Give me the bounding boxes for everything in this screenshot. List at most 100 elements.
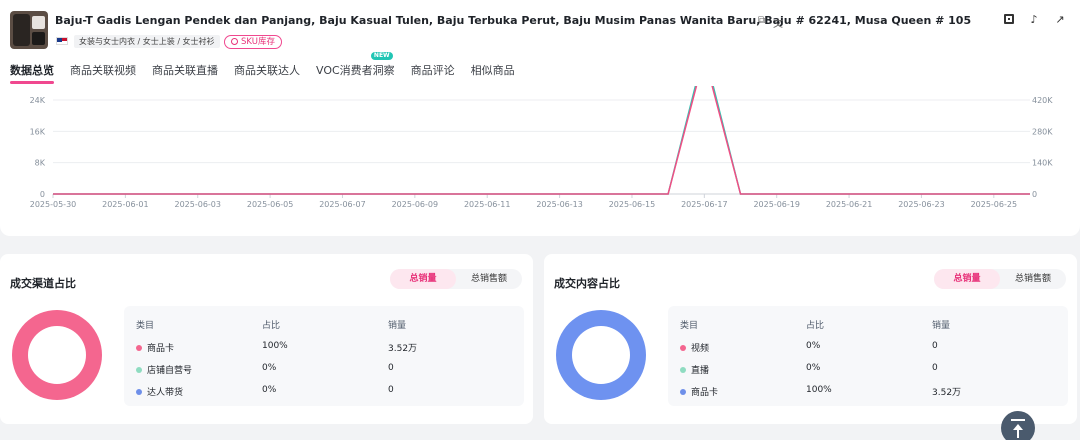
tab-voc-insight[interactable]: VOC消费者洞察 NEW [316, 52, 395, 84]
table-row: 店铺自营号 0% 0 [124, 363, 524, 377]
x-tick-label: 2025-06-25 [971, 200, 1018, 209]
trend-chart-card: 0 8K 16K 24K 0 140K 280K 420K 2025-05-30 2025-06-… [8, 86, 1070, 228]
table-row: 达人带货 0% 0 [124, 385, 524, 399]
row-name: 店铺自营号 [147, 366, 193, 376]
row-name: 视频 [691, 344, 710, 354]
row-sales: 0 [388, 363, 394, 373]
x-tick-label: 2025-06-07 [319, 200, 366, 209]
legend-dot [680, 367, 686, 373]
tab-bar: 数据总览 商品关联视频 商品关联直播 商品关联达人 VOC消费者洞察 NEW 商品… [10, 52, 531, 84]
tab-related-creators[interactable]: 商品关联达人 [234, 62, 300, 84]
x-tick-label: 2025-06-09 [392, 200, 439, 209]
y-left-tick-label: 8K [35, 159, 46, 168]
trend-line-chart: 0 8K 16K 24K 0 140K 280K 420K 2025-05-30 2025-06-… [30, 86, 1053, 209]
legend-dot [680, 345, 686, 351]
x-tick-label: 2025-06-05 [247, 200, 294, 209]
x-tick-label: 2025-06-19 [753, 200, 800, 209]
x-tick-label: 2025-06-11 [464, 200, 511, 209]
column-header: 类目 [136, 321, 155, 331]
row-ratio: 100% [262, 341, 288, 351]
copy-icon[interactable]: ⧉ [758, 15, 765, 26]
x-tick-label: 2025-06-23 [898, 200, 945, 209]
y-right-tick-label: 280K [1032, 127, 1053, 136]
qrcode-icon[interactable] [1004, 14, 1014, 24]
row-ratio: 0% [262, 363, 277, 373]
panel-title: 成交内容占比 [554, 277, 620, 290]
x-tick-label: 2025-06-03 [174, 200, 221, 209]
donut-chart [556, 310, 646, 400]
table-row: 商品卡 100% 3.52万 [668, 385, 1068, 399]
column-header: 占比 [262, 321, 281, 331]
row-sales: 0 [388, 385, 394, 395]
toggle-total-revenue[interactable]: 总销售额 [456, 269, 522, 289]
series-line-left [53, 86, 1030, 195]
panel-title: 成交渠道占比 [10, 277, 76, 290]
x-tick-label: 2025-06-21 [826, 200, 873, 209]
row-ratio: 100% [806, 385, 832, 395]
product-title: Baju-T Gadis Lengan Pendek dan Panjang, … [55, 14, 972, 27]
row-name: 商品卡 [691, 388, 719, 398]
tab-reviews[interactable]: 商品评论 [411, 62, 455, 84]
row-ratio: 0% [806, 341, 821, 351]
metric-toggle: 总销量 总销售额 [934, 269, 1066, 289]
series-line-right [53, 86, 1030, 195]
malaysia-flag-icon [56, 37, 68, 45]
table-row: 直播 0% 0 [668, 363, 1068, 377]
column-header: 销量 [388, 321, 407, 331]
sku-stock-button[interactable]: SKU库存 [224, 35, 282, 49]
new-badge: NEW [370, 52, 393, 60]
toggle-total-revenue[interactable]: 总销售额 [1000, 269, 1066, 289]
x-tick-label: 2025-06-17 [681, 200, 728, 209]
y-left-tick-label: 16K [30, 127, 46, 136]
sku-label: SKU库存 [241, 37, 275, 47]
row-sales: 0 [932, 363, 938, 373]
table-row: 商品卡 100% 3.52万 [124, 341, 524, 355]
table-header: 类目 占比 销量 [668, 318, 1068, 332]
external-link-icon[interactable]: ↗ [1054, 14, 1066, 26]
table-row: 视频 0% 0 [668, 341, 1068, 355]
product-thumbnail[interactable] [10, 11, 48, 49]
x-tick-label: 2025-06-13 [536, 200, 583, 209]
row-ratio: 0% [262, 385, 277, 395]
column-header: 占比 [806, 321, 825, 331]
row-name: 达人带货 [147, 388, 184, 398]
back-to-top-button[interactable] [1001, 411, 1035, 440]
x-tick-label: 2025-05-30 [30, 200, 77, 209]
donut-chart [12, 310, 102, 400]
legend-dot [136, 389, 142, 395]
column-header: 销量 [932, 321, 951, 331]
y-right-tick-label: 140K [1032, 159, 1053, 168]
row-name: 直播 [691, 366, 710, 376]
category-path: 女装与女士内衣 / 女士上装 / 女士衬衫 [74, 35, 220, 48]
translate-icon[interactable]: 文 [773, 15, 783, 30]
toggle-total-sales[interactable]: 总销量 [390, 269, 456, 289]
row-sales: 3.52万 [932, 388, 962, 398]
row-name: 商品卡 [147, 344, 175, 354]
content-share-panel: 成交内容占比 总销量 总销售额 类目 占比 销量 视频 0% 0 直播 0% 0… [544, 254, 1077, 424]
row-sales: 3.52万 [388, 344, 418, 354]
y-right-tick-label: 0 [1032, 190, 1037, 199]
tab-data-overview[interactable]: 数据总览 [10, 62, 54, 84]
metric-toggle: 总销量 总销售额 [390, 269, 522, 289]
column-header: 类目 [680, 321, 699, 331]
tab-similar-products[interactable]: 相似商品 [471, 62, 515, 84]
x-tick-label: 2025-06-01 [102, 200, 149, 209]
share-table: 类目 占比 销量 商品卡 100% 3.52万 店铺自营号 0% 0 达人带货 … [124, 306, 524, 406]
row-ratio: 0% [806, 363, 821, 373]
y-left-tick-label: 0 [40, 190, 45, 199]
tab-related-live[interactable]: 商品关联直播 [152, 62, 218, 84]
toggle-total-sales[interactable]: 总销量 [934, 269, 1000, 289]
legend-dot [136, 345, 142, 351]
tab-related-videos[interactable]: 商品关联视频 [70, 62, 136, 84]
row-sales: 0 [932, 341, 938, 351]
tag-icon [231, 38, 238, 45]
share-table: 类目 占比 销量 视频 0% 0 直播 0% 0 商品卡 100% 3.52万 [668, 306, 1068, 406]
channel-share-panel: 成交渠道占比 总销量 总销售额 类目 占比 销量 商品卡 100% 3.52万 … [0, 254, 533, 424]
y-left-tick-label: 24K [30, 96, 46, 105]
legend-dot [680, 389, 686, 395]
legend-dot [136, 367, 142, 373]
table-header: 类目 占比 销量 [124, 318, 524, 332]
x-tick-label: 2025-06-15 [609, 200, 656, 209]
tiktok-icon[interactable]: ♪ [1028, 14, 1040, 26]
y-right-tick-label: 420K [1032, 96, 1053, 105]
